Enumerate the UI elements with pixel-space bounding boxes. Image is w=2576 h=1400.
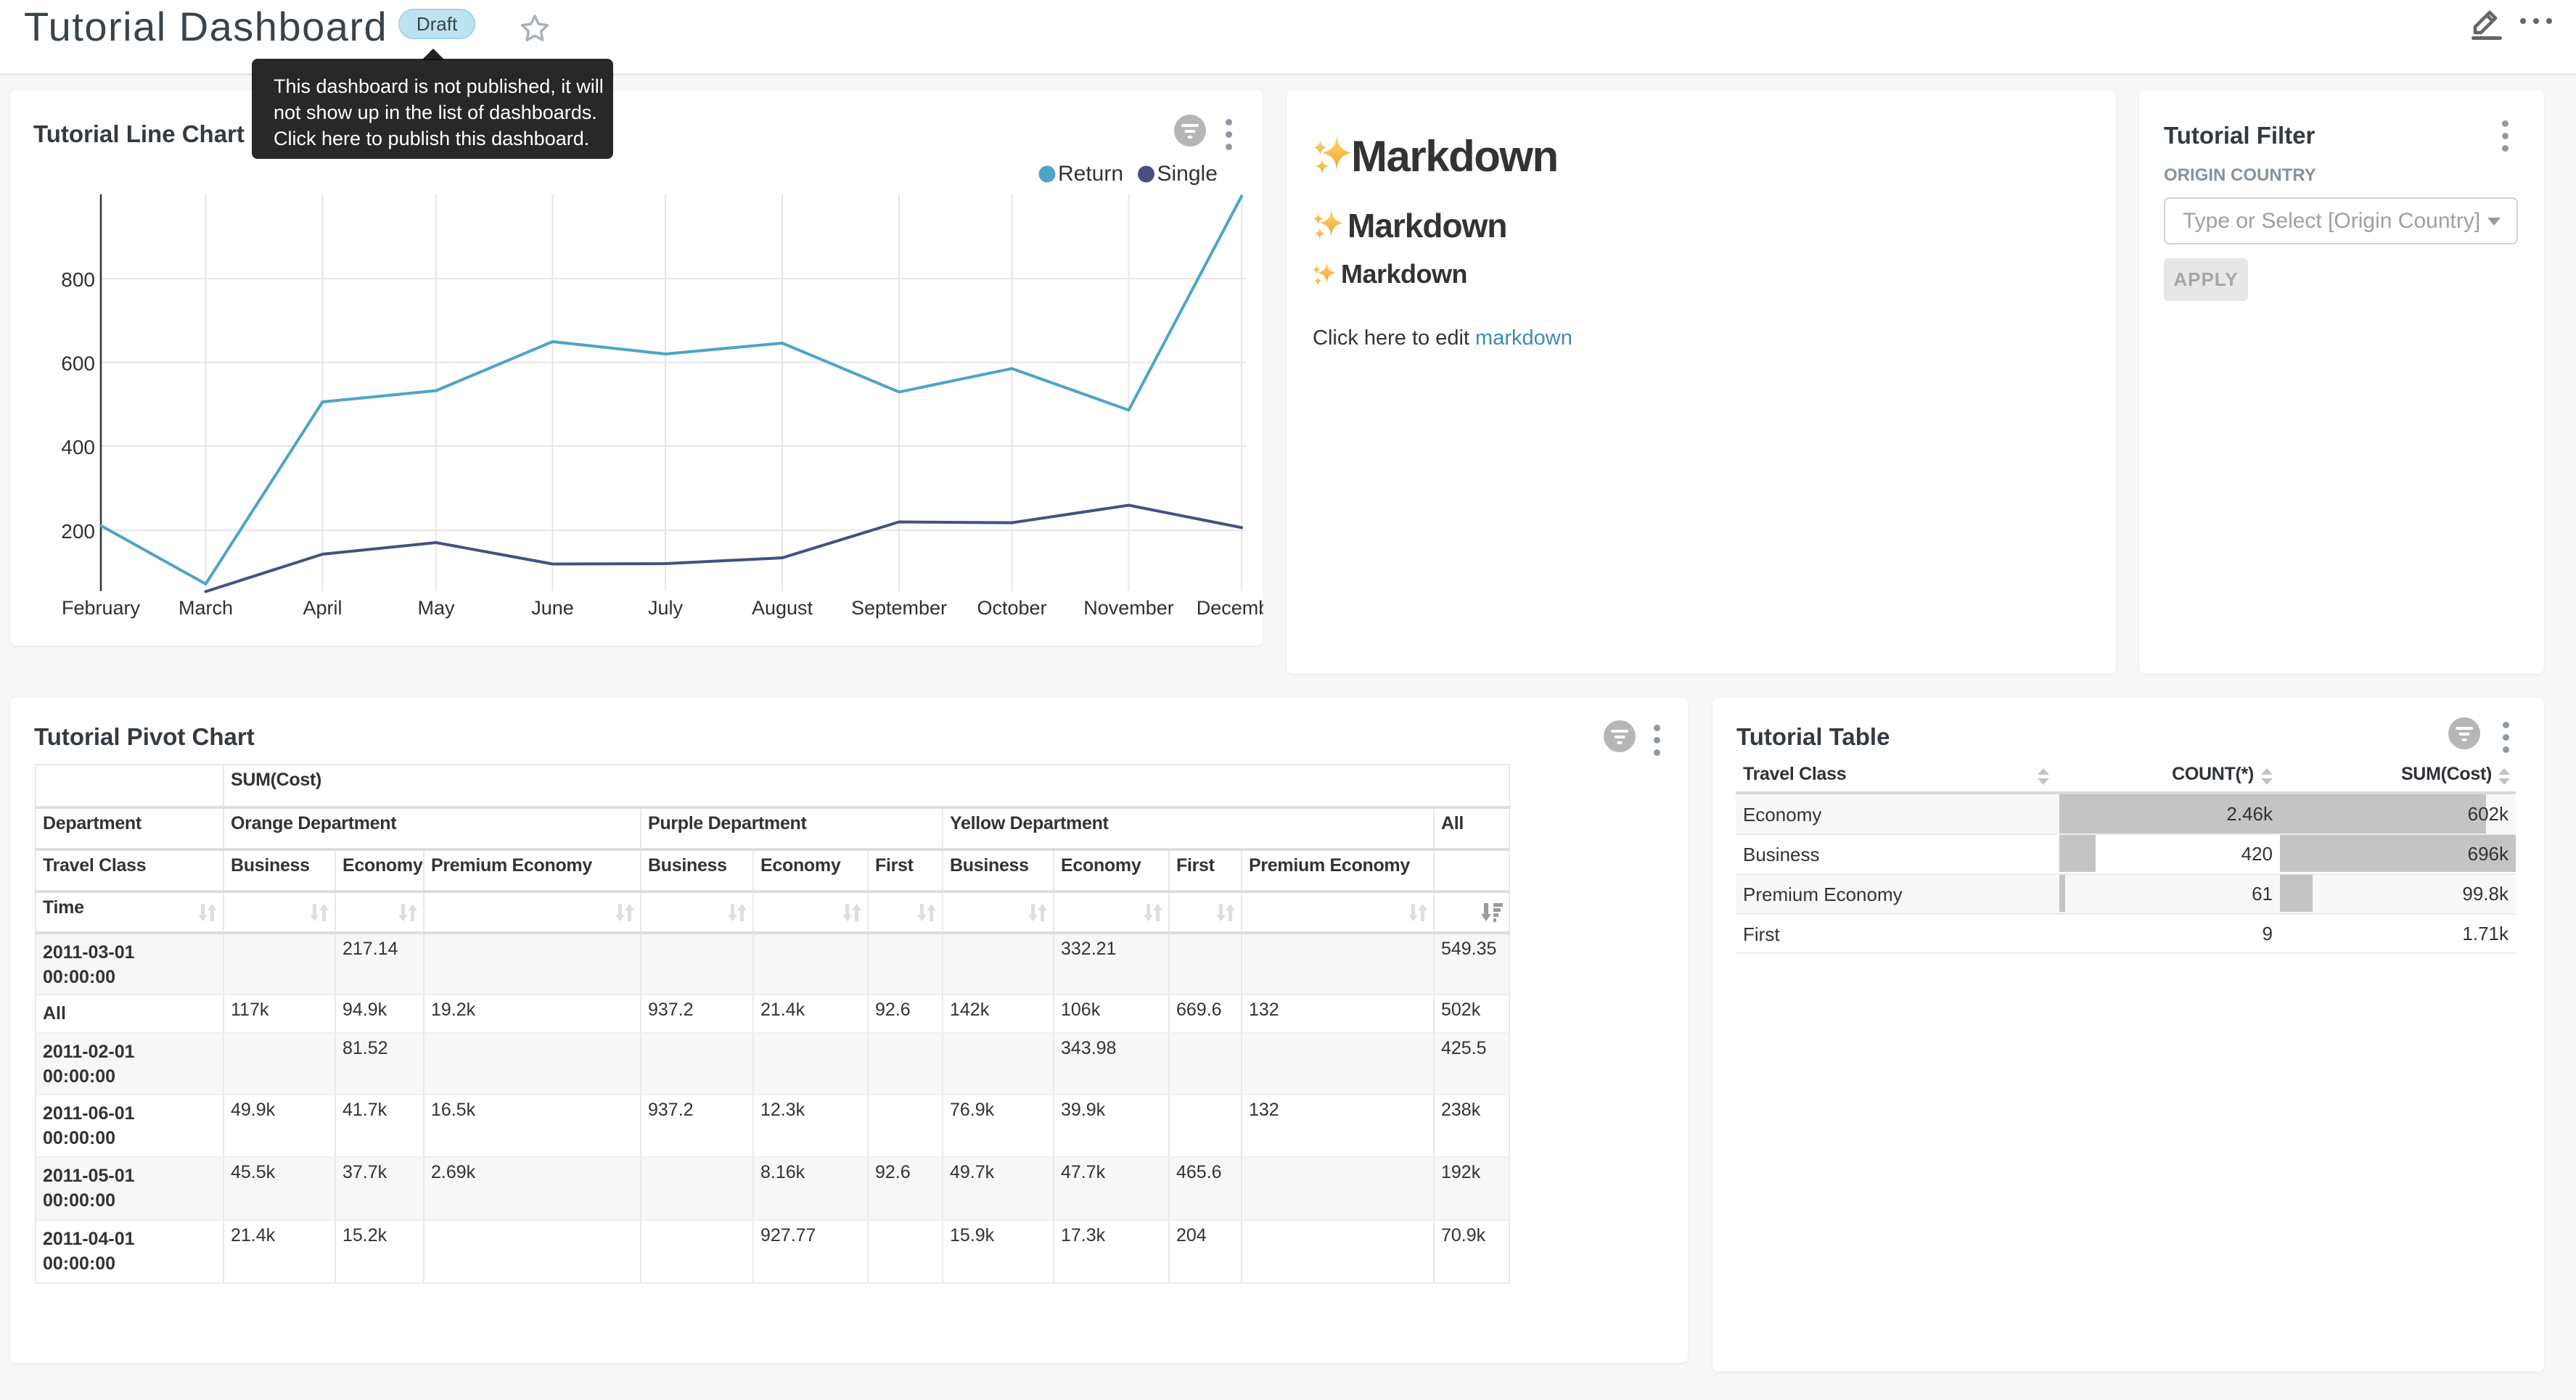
- svg-text:September: September: [851, 597, 947, 619]
- svg-text:December: December: [1197, 597, 1263, 619]
- svg-text:200: 200: [61, 520, 95, 543]
- svg-text:May: May: [417, 597, 455, 619]
- svg-text:August: August: [752, 597, 813, 619]
- svg-text:November: November: [1083, 597, 1174, 619]
- svg-text:Single: Single: [1157, 162, 1218, 186]
- svg-text:October: October: [977, 597, 1046, 619]
- svg-text:800: 800: [61, 268, 95, 291]
- svg-text:July: July: [648, 597, 684, 619]
- svg-text:February: February: [62, 597, 141, 619]
- svg-text:Return: Return: [1058, 162, 1123, 186]
- svg-text:June: June: [531, 597, 574, 619]
- svg-text:400: 400: [61, 436, 95, 458]
- svg-text:600: 600: [61, 353, 95, 375]
- svg-text:April: April: [303, 597, 342, 619]
- svg-text:March: March: [179, 597, 233, 619]
